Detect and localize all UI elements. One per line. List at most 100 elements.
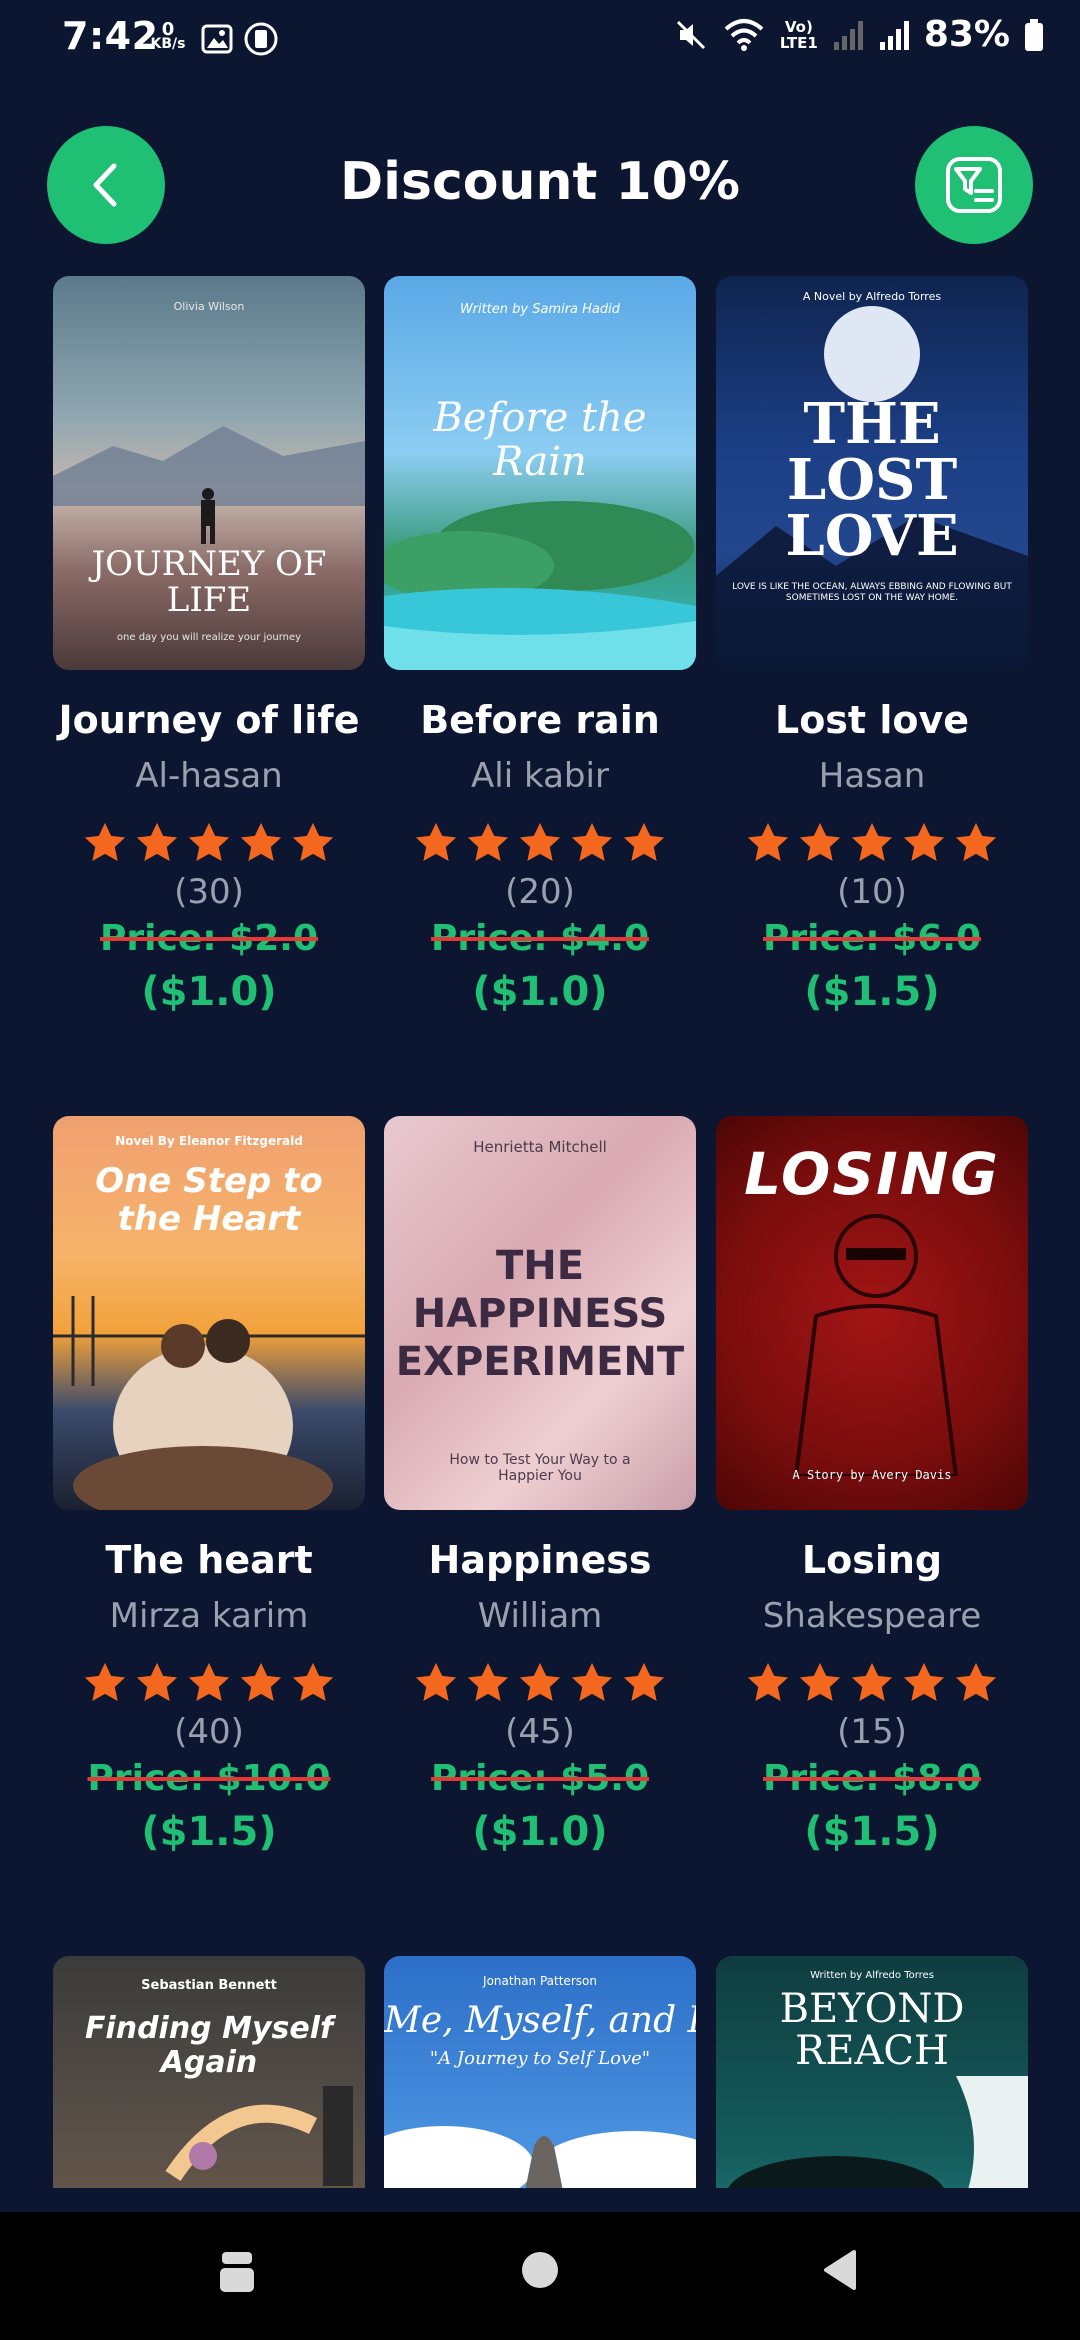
rating-count: (45) — [505, 1712, 575, 1752]
rating-count: (10) — [837, 872, 907, 912]
discount-price: ($1.5) — [804, 1809, 940, 1855]
book-card[interactable]: Novel By Eleanor Fitzgerald One Step to … — [53, 1116, 365, 1855]
book-title: Before rain — [420, 698, 660, 742]
rating-stars — [53, 820, 365, 866]
network-speed: 0 KB/s — [150, 19, 186, 52]
star-icon — [467, 822, 509, 862]
signal-icon-sim1 — [833, 20, 863, 50]
star-icon — [84, 822, 126, 862]
star-icon — [188, 822, 230, 862]
original-price: Price: $4.0 — [431, 918, 649, 959]
book-title: Losing — [801, 1538, 943, 1582]
book-grid: Olivia Wilson JOURNEY OF LIFE one day yo… — [0, 276, 1080, 2188]
star-icon — [955, 1662, 997, 1702]
original-price: Price: $5.0 — [431, 1758, 649, 1799]
star-icon — [136, 1662, 178, 1702]
star-icon — [292, 1662, 334, 1702]
book-cover[interactable]: Olivia Wilson JOURNEY OF LIFE one day yo… — [53, 276, 365, 670]
original-price: Price: $2.0 — [100, 918, 318, 959]
rating-stars — [53, 1660, 365, 1706]
book-title: The heart — [105, 1538, 313, 1582]
book-card[interactable]: Henrietta Mitchell THE HAPPINESS EXPERIM… — [384, 1116, 696, 1855]
book-cover[interactable]: A Novel by Alfredo Torres THE LOST LOVE … — [716, 276, 1028, 670]
book-cover[interactable]: LOSING A Story by Avery Davis — [716, 1116, 1028, 1510]
rating-stars — [716, 820, 1028, 866]
clouds-art — [384, 2126, 696, 2188]
book-card[interactable]: Olivia Wilson JOURNEY OF LIFE one day yo… — [53, 276, 365, 1015]
silhouette-art — [728, 2076, 1028, 2188]
book-author: William — [477, 1596, 603, 1636]
rating-count: (15) — [837, 1712, 907, 1752]
star-icon — [851, 822, 893, 862]
discount-price: ($1.0) — [472, 1809, 608, 1855]
rating-stars — [384, 1660, 696, 1706]
book-title: Happiness — [428, 1538, 652, 1582]
book-card[interactable]: LOSING A Story by Avery Davis Losing Sha… — [716, 1116, 1028, 1855]
book-title: Lost love — [774, 698, 969, 742]
book-author: Al-hasan — [135, 756, 283, 796]
status-bar: 7:42 0 KB/s Vo) LTE1 83% — [0, 0, 1080, 80]
book-card[interactable]: A Novel by Alfredo Torres THE LOST LOVE … — [716, 276, 1028, 1015]
app-header: Discount 10% — [0, 120, 1080, 250]
star-icon — [84, 1662, 126, 1702]
status-time: 7:42 — [62, 14, 159, 58]
star-icon — [292, 822, 334, 862]
signal-icon-sim2 — [879, 20, 909, 50]
star-icon — [747, 1662, 789, 1702]
star-icon — [188, 1662, 230, 1702]
book-cover[interactable]: Novel By Eleanor Fitzgerald One Step to … — [53, 1116, 365, 1510]
book-card[interactable]: Jonathan Patterson Me, Myself, and I "A … — [384, 1956, 696, 2188]
rating-count: (20) — [505, 872, 575, 912]
battery-percent: 83% — [923, 14, 1010, 55]
book-author: Mirza karim — [109, 1596, 309, 1636]
gallery-icon — [201, 24, 233, 54]
mute-icon — [676, 20, 705, 49]
sim-icon — [244, 22, 278, 56]
recent-apps-icon[interactable] — [218, 2248, 256, 2296]
home-icon[interactable] — [518, 2248, 562, 2292]
filter-button[interactable] — [915, 126, 1033, 244]
volte-label: Vo) LTE1 — [779, 17, 818, 52]
discount-price: ($1.5) — [141, 1809, 277, 1855]
book-cover[interactable]: Sebastian Bennett Finding Myself Again — [53, 1956, 365, 2188]
star-icon — [623, 1662, 665, 1702]
star-icon — [571, 1662, 613, 1702]
star-icon — [415, 822, 457, 862]
star-icon — [623, 822, 665, 862]
star-icon — [747, 822, 789, 862]
star-icon — [136, 822, 178, 862]
figure-art — [793, 1214, 959, 1476]
couple-art — [53, 1296, 365, 1510]
star-icon — [955, 822, 997, 862]
book-card[interactable]: Sebastian Bennett Finding Myself Again — [53, 1956, 365, 2188]
rating-stars — [384, 820, 696, 866]
rating-stars — [716, 1660, 1028, 1706]
star-icon — [799, 822, 841, 862]
star-icon — [571, 822, 613, 862]
book-cover[interactable]: Henrietta Mitchell THE HAPPINESS EXPERIM… — [384, 1116, 696, 1510]
discount-price: ($1.5) — [804, 969, 940, 1015]
book-card[interactable]: Written by Alfredo Torres BEYOND REACH — [716, 1956, 1028, 2188]
book-cover[interactable]: Written by Samira Hadid Before the Rain — [384, 276, 696, 670]
book-cover[interactable]: Written by Alfredo Torres BEYOND REACH — [716, 1956, 1028, 2188]
book-card[interactable]: Written by Samira Hadid Before the Rain … — [384, 276, 696, 1015]
landscape-art — [384, 501, 696, 670]
original-price: Price: $6.0 — [763, 918, 981, 959]
battery-icon — [1025, 18, 1043, 51]
star-icon — [519, 1662, 561, 1702]
book-cover[interactable]: Jonathan Patterson Me, Myself, and I "A … — [384, 1956, 696, 2188]
book-author: Ali kabir — [471, 756, 609, 796]
wifi-icon — [724, 18, 764, 51]
star-icon — [903, 822, 945, 862]
star-icon — [903, 1662, 945, 1702]
discount-price: ($1.0) — [472, 969, 608, 1015]
book-author: Shakespeare — [762, 1596, 982, 1636]
rating-count: (30) — [174, 872, 244, 912]
filter-list-icon — [946, 157, 1002, 213]
back-nav-icon[interactable] — [820, 2248, 860, 2292]
umbrella-art — [165, 2086, 353, 2186]
original-price: Price: $10.0 — [87, 1758, 331, 1799]
status-right: Vo) LTE1 83% — [674, 14, 1044, 55]
star-icon — [467, 1662, 509, 1702]
original-price: Price: $8.0 — [763, 1758, 981, 1799]
